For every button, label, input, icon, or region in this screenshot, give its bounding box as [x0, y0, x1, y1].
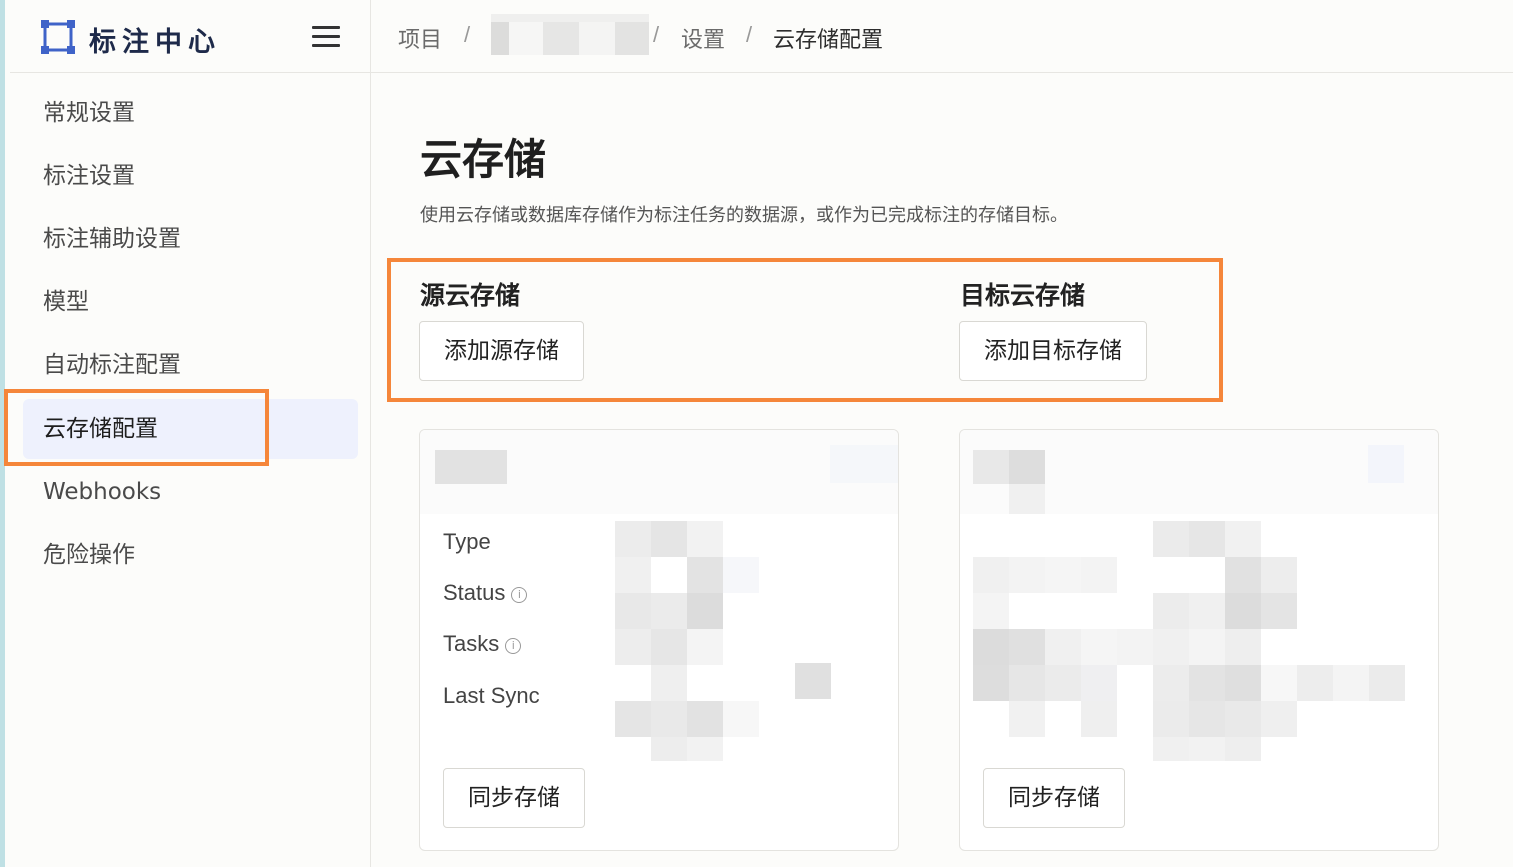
app-root: 标注中心 常规设置 标注设置 标注辅助设置 模型 自动标注配置 云存储配置 We…: [0, 0, 1513, 867]
field-value-redacted-block: [795, 663, 831, 699]
breadcrumb-separator: /: [464, 22, 471, 47]
card-title-redacted: [420, 430, 898, 514]
brand-title: 标注中心: [89, 27, 221, 58]
info-icon[interactable]: i: [505, 638, 522, 654]
breadcrumb-settings[interactable]: 设置: [681, 22, 725, 54]
source-storage-card: Type Status i Tasks i Last Sync 同步存储: [419, 429, 899, 851]
bounding-box-icon: [41, 20, 75, 54]
field-values-redacted: [615, 521, 760, 761]
breadcrumb-projects[interactable]: 项目: [398, 22, 442, 54]
sidebar-item-annotation-assist[interactable]: 标注辅助设置: [23, 209, 358, 269]
page-title: 云存储: [420, 135, 547, 184]
sidebar-item-model[interactable]: 模型: [23, 272, 358, 332]
brand-header: 标注中心: [10, 0, 370, 73]
sidebar-item-danger-zone[interactable]: 危险操作: [23, 525, 358, 585]
sidebar-item-webhooks[interactable]: Webhooks: [23, 462, 358, 522]
breadcrumb-separator: /: [653, 22, 660, 47]
sync-storage-button[interactable]: 同步存储: [983, 768, 1125, 828]
field-label-type: Type: [443, 529, 491, 554]
card-title-redacted: [960, 430, 1438, 514]
page-description: 使用云存储或数据库存储作为标注任务的数据源，或作为已完成标注的存储目标。: [420, 205, 1068, 226]
sidebar-item-auto-annotation[interactable]: 自动标注配置: [23, 335, 358, 395]
storage-highlight-box: [387, 258, 1223, 402]
nav-highlight-box: [4, 389, 269, 466]
sync-storage-button[interactable]: 同步存储: [443, 768, 585, 828]
field-values-redacted: [973, 521, 1438, 761]
breadcrumb-current: 云存储配置: [773, 28, 884, 53]
sidebar-item-general[interactable]: 常规设置: [23, 83, 358, 143]
sidebar-item-annotation[interactable]: 标注设置: [23, 146, 358, 206]
breadcrumb-separator: /: [746, 22, 753, 47]
hamburger-menu-icon[interactable]: [312, 26, 340, 48]
breadcrumb-project-name-redacted[interactable]: [491, 14, 649, 55]
breadcrumb: 项目 / / 设置 / 云存储配置: [371, 0, 1513, 73]
field-label-last-sync: Last Sync: [443, 683, 540, 708]
info-icon[interactable]: i: [511, 587, 528, 603]
field-label-status: Status i: [443, 580, 528, 606]
target-storage-card: 同步存储: [959, 429, 1439, 851]
field-label-tasks: Tasks i: [443, 631, 522, 657]
